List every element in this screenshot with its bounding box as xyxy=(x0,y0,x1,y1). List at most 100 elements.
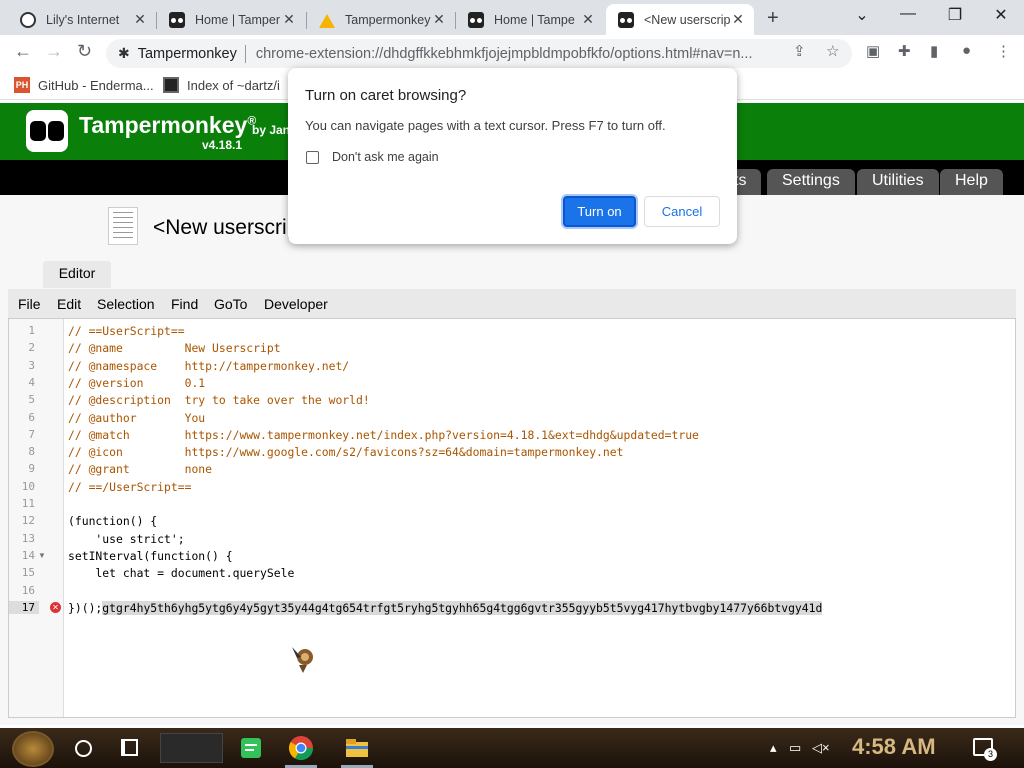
menu-selection[interactable]: Selection xyxy=(97,296,155,312)
bookmark-label: Index of ~dartz/i xyxy=(187,77,280,93)
start-button[interactable] xyxy=(12,731,54,767)
code-line[interactable]: // @match https://www.tampermonkey.net/i… xyxy=(68,428,699,442)
cancel-button[interactable]: Cancel xyxy=(644,196,720,227)
extensions-icon[interactable]: ✚ xyxy=(898,42,911,60)
error-icon[interactable]: ✕ xyxy=(50,601,61,613)
code-line[interactable]: 'use strict'; xyxy=(68,532,184,546)
code-line[interactable]: // @author You xyxy=(68,411,205,425)
tab-search-icon[interactable]: ⌄ xyxy=(842,5,882,25)
volume-muted-icon[interactable]: ◁× xyxy=(812,740,830,756)
file-explorer-icon[interactable] xyxy=(343,734,371,762)
browser-tab-strip: Lily's Internet ✕ Home | Tamper ✕ Tamper… xyxy=(0,0,1024,35)
code-line[interactable]: setINterval(function() { xyxy=(68,549,233,563)
line-number: 3 xyxy=(28,358,35,372)
code-text: // @namespace http://tampermonkey.net/ xyxy=(68,358,350,373)
tray-overflow-icon[interactable]: ▴ xyxy=(770,740,777,756)
index-icon xyxy=(163,77,179,93)
selected-text: gtgr4hy5th6yhg5ytg6y4y5gyt35y44g4tg654tr… xyxy=(102,600,823,615)
browser-toolbar: ← → ↻ ✱ Tampermonkey chrome-extension://… xyxy=(0,35,1024,72)
mouse-cursor-icon xyxy=(292,647,313,673)
restore-icon[interactable]: ❐ xyxy=(935,5,975,25)
bookmark-star-icon[interactable]: ☆ xyxy=(826,42,839,60)
code-line[interactable]: let chat = document.querySele xyxy=(68,566,294,580)
task-view-icon[interactable] xyxy=(121,739,138,756)
line-number: 13 xyxy=(21,531,35,545)
tampermonkey-brand: Tampermonkey® xyxy=(79,112,257,138)
code-line[interactable]: // @description try to take over the wor… xyxy=(68,393,370,407)
browser-tab[interactable]: Home | Tampe ✕ xyxy=(456,4,604,35)
tab-settings[interactable]: Settings xyxy=(767,169,855,195)
side-panel-icon[interactable]: ▮ xyxy=(930,42,938,60)
code-line[interactable]: (function() { xyxy=(68,514,157,528)
code-text: })(); xyxy=(68,600,103,615)
close-icon[interactable]: ✕ xyxy=(580,11,596,28)
line-number: 11 xyxy=(21,497,35,510)
tampermonkey-icon xyxy=(468,11,484,28)
browser-tab[interactable]: Tampermonkey ✕ xyxy=(307,4,455,35)
menu-developer[interactable]: Developer xyxy=(264,296,328,312)
line-number: 8 xyxy=(28,445,35,459)
google-drive-icon xyxy=(319,12,335,28)
code-editor[interactable]: 1 // ==UserScript== 2 // @name New Userscri… xyxy=(8,318,1016,718)
close-icon[interactable]: ✕ xyxy=(281,11,297,28)
window-close-icon[interactable]: ✕ xyxy=(981,5,1021,25)
browser-tab[interactable]: Home | Tamper ✕ xyxy=(157,4,305,35)
menu-find[interactable]: Find xyxy=(171,296,198,312)
tampermonkey-icon xyxy=(169,11,185,28)
tampermonkey-toolbar-icon[interactable]: ▣ xyxy=(866,42,880,60)
taskbar-clock[interactable]: 4:58 AM xyxy=(852,734,936,760)
caret-browsing-dialog: Turn on caret browsing? You can navigate… xyxy=(288,68,737,244)
browser-tab[interactable]: Lily's Internet ✕ xyxy=(8,4,156,35)
extension-icon: ✱ xyxy=(118,45,130,61)
network-icon[interactable]: ▭ xyxy=(789,740,801,756)
menu-file[interactable]: File xyxy=(18,296,41,312)
notes-app-icon[interactable] xyxy=(237,734,265,762)
line-number: 14 xyxy=(21,548,35,562)
minimize-icon[interactable]: — xyxy=(888,5,928,23)
dont-ask-label[interactable]: Don't ask me again xyxy=(332,150,439,164)
site-name: Tampermonkey xyxy=(137,45,237,62)
search-circle-icon[interactable] xyxy=(75,740,92,757)
code-text: // @match https://www.tampermonkey.net/i… xyxy=(68,427,699,442)
tab-help[interactable]: Help xyxy=(940,169,1003,195)
code-line[interactable]: // ==UserScript== xyxy=(68,324,185,338)
browser-tab-active[interactable]: <New userscrip ✕ xyxy=(606,4,754,35)
code-line[interactable]: // ==/UserScript== xyxy=(68,480,191,494)
close-icon[interactable]: ✕ xyxy=(431,11,447,28)
forward-icon[interactable]: → xyxy=(45,41,63,62)
code-line[interactable]: // @icon https://www.google.com/s2/favic… xyxy=(68,445,623,459)
code-line[interactable]: // @name New Userscript xyxy=(68,341,281,355)
tab-editor[interactable]: Editor xyxy=(43,261,111,288)
menu-edit[interactable]: Edit xyxy=(57,296,81,312)
code-line[interactable]: // @version 0.1 xyxy=(68,376,205,390)
back-icon[interactable]: ← xyxy=(14,41,32,62)
profile-avatar-icon[interactable]: ● xyxy=(962,42,971,59)
taskbar-search-box[interactable] xyxy=(160,733,223,763)
close-icon[interactable]: ✕ xyxy=(132,11,148,28)
line-number: 10 xyxy=(21,479,35,493)
code-line[interactable]: })();gtgr4hy5th6yhg5ytg6y4y5gyt35y44g4tg… xyxy=(68,600,823,615)
new-tab-icon[interactable]: + xyxy=(767,7,779,30)
url-text[interactable]: chrome-extension://dhdgffkkebhmkfjojejmp… xyxy=(256,46,796,62)
producthunt-icon: PH xyxy=(14,77,30,93)
turn-on-button[interactable]: Turn on xyxy=(563,196,636,227)
code-text: (function() { xyxy=(68,514,158,529)
close-icon[interactable]: ✕ xyxy=(730,11,746,28)
bookmark-github[interactable]: PH GitHub - Enderma... xyxy=(14,77,154,93)
reload-icon[interactable]: ↻ xyxy=(77,41,92,62)
dialog-message: You can navigate pages with a text curso… xyxy=(305,118,666,133)
dont-ask-checkbox[interactable] xyxy=(306,151,319,164)
dialog-title: Turn on caret browsing? xyxy=(305,87,467,104)
menu-goto[interactable]: GoTo xyxy=(214,296,247,312)
fold-toggle-icon[interactable]: ▼ xyxy=(38,551,46,560)
bookmark-index[interactable]: Index of ~dartz/i xyxy=(163,77,280,93)
address-bar[interactable]: ✱ Tampermonkey chrome-extension://dhdgff… xyxy=(106,39,852,68)
script-title: <New userscrip xyxy=(153,216,299,239)
code-line[interactable]: // @grant none xyxy=(68,462,212,476)
code-text: // @name New Userscript xyxy=(68,341,281,356)
code-line[interactable]: // @namespace http://tampermonkey.net/ xyxy=(68,359,349,373)
chrome-icon[interactable] xyxy=(287,734,315,762)
menu-kebab-icon[interactable]: ⋮ xyxy=(996,42,1011,60)
tab-utilities[interactable]: Utilities xyxy=(857,169,939,195)
share-icon[interactable]: ⇪ xyxy=(793,42,806,60)
